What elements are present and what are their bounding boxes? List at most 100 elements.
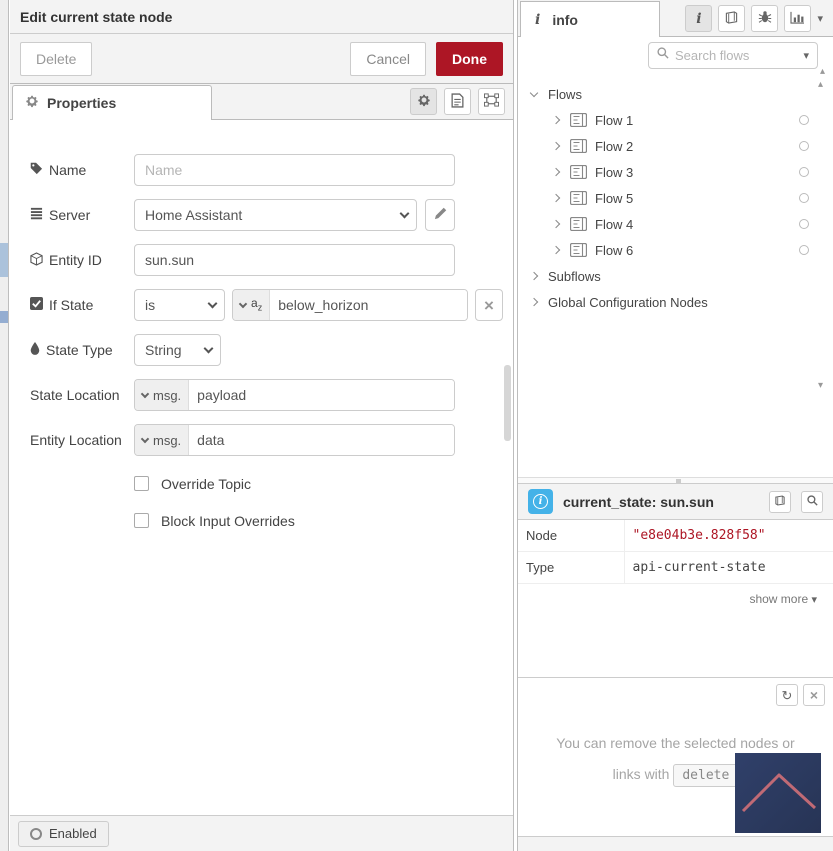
tree-item-subflows[interactable]: Subflows — [526, 263, 833, 289]
name-input[interactable] — [134, 154, 455, 186]
entity-location-input[interactable] — [189, 425, 454, 455]
chevron-down-icon — [204, 343, 214, 353]
flow-status-circle[interactable] — [799, 245, 809, 255]
chevron-right-icon — [530, 272, 538, 280]
state-location-type-button[interactable]: msg. — [135, 380, 189, 410]
scroll-up-icon[interactable]: ▴ — [820, 66, 825, 77]
flow-label: Flow 4 — [595, 217, 633, 232]
table-row: Type api-current-state — [518, 552, 833, 584]
tree-item-flow[interactable]: Flow 6 — [526, 237, 833, 263]
flow-status-circle[interactable] — [799, 167, 809, 177]
node-enabled-toggle[interactable]: Enabled — [18, 821, 109, 847]
tree-item-flow[interactable]: Flow 4 — [526, 211, 833, 237]
if-state-operator-select[interactable]: is — [134, 289, 225, 321]
scroll-down-icon[interactable]: ▾ — [818, 380, 823, 391]
chevron-right-icon — [530, 298, 538, 306]
flow-status-circle[interactable] — [799, 141, 809, 151]
close-tips-button[interactable]: × — [803, 684, 825, 706]
if-state-operator-value: is — [145, 297, 209, 313]
node-settings-button[interactable] — [410, 88, 437, 115]
info-sidebar: i info i — [517, 0, 833, 851]
server-select[interactable]: Home Assistant — [134, 199, 417, 231]
sidebar-splitter[interactable] — [518, 477, 833, 484]
flow-label: Flow 6 — [595, 243, 633, 258]
sidebar-context-button[interactable] — [784, 5, 811, 32]
enabled-label: Enabled — [49, 826, 97, 841]
flow-status-circle[interactable] — [799, 115, 809, 125]
tab-info[interactable]: i info — [520, 1, 660, 37]
edit-server-button[interactable] — [425, 199, 455, 231]
flow-label: Flow 5 — [595, 191, 633, 206]
delete-button[interactable]: Delete — [20, 42, 92, 76]
sidebar-debug-button[interactable] — [751, 5, 778, 32]
state-type-select[interactable]: String — [134, 334, 221, 366]
delete-key-badge: delete — [673, 764, 738, 787]
tag-icon — [30, 162, 43, 178]
state-type-value: String — [145, 342, 205, 358]
name-label-group: Name — [30, 162, 134, 178]
book-icon — [774, 494, 786, 509]
done-button[interactable]: Done — [436, 42, 503, 76]
state-location-typed-input: msg. — [134, 379, 455, 411]
search-options-caret[interactable]: ▾ — [803, 49, 809, 62]
cancel-button[interactable]: Cancel — [350, 42, 426, 76]
chevron-down-icon: ▾ — [811, 594, 817, 606]
toggle-circle-icon — [30, 828, 42, 840]
tab-properties[interactable]: Properties — [12, 85, 212, 120]
if-state-value-input[interactable] — [270, 290, 467, 320]
refresh-tip-button[interactable]: ↻ — [776, 684, 798, 706]
gear-icon — [417, 93, 431, 110]
node-help-button[interactable] — [769, 491, 791, 513]
msg-prefix-label: msg. — [153, 388, 181, 403]
global-config-label: Global Configuration Nodes — [548, 295, 708, 310]
tree-item-flow[interactable]: Flow 2 — [526, 133, 833, 159]
node-info-icon: i — [528, 489, 553, 514]
tree-item-global-config[interactable]: Global Configuration Nodes — [526, 289, 833, 315]
entity-location-type-button[interactable]: msg. — [135, 425, 189, 455]
form-row-if-state: If State is az × — [30, 289, 513, 321]
scroll-up-icon[interactable]: ▴ — [818, 79, 823, 90]
cube-icon — [30, 252, 43, 269]
show-more-link[interactable]: show more ▾ — [518, 584, 833, 614]
form-row-name: Name — [30, 154, 513, 186]
flow-status-circle[interactable] — [799, 193, 809, 203]
sidebar-help-button[interactable] — [718, 5, 745, 32]
flow-icon — [570, 113, 587, 127]
state-location-label: State Location — [30, 387, 134, 403]
node-description-button[interactable] — [444, 88, 471, 115]
flow-status-circle[interactable] — [799, 219, 809, 229]
tree-item-flow[interactable]: Flow 3 — [526, 159, 833, 185]
node-search-button[interactable] — [801, 491, 823, 513]
tree-item-flow[interactable]: Flow 5 — [526, 185, 833, 211]
tree-item-flows[interactable]: Flows — [526, 81, 833, 107]
entity-id-input[interactable] — [134, 244, 455, 276]
node-appearance-button[interactable] — [478, 88, 505, 115]
clear-if-state-button[interactable]: × — [475, 289, 503, 321]
entity-id-label: Entity ID — [49, 252, 102, 268]
tray-scrollbar-thumb[interactable] — [504, 365, 511, 441]
sidebar-footer — [518, 836, 833, 851]
document-icon — [451, 93, 464, 111]
node-properties-table: Node "e8e04b3e.828f58" Type api-current-… — [518, 520, 833, 584]
sidebar-info-button[interactable]: i — [685, 5, 712, 32]
info-icon: i — [696, 11, 701, 27]
sidebar-menu-caret[interactable]: ▾ — [817, 12, 823, 25]
search-box: ▾ — [648, 42, 818, 69]
if-state-type-button[interactable]: az — [233, 290, 270, 320]
search-input[interactable] — [675, 48, 797, 63]
chevron-right-icon — [552, 142, 560, 150]
selected-node-title: current_state: sun.sun — [563, 494, 759, 510]
chevron-down-icon — [208, 298, 218, 308]
show-more-label: show more — [749, 592, 808, 606]
tips-actions: ↻ × — [776, 684, 825, 706]
prop-key: Type — [518, 552, 624, 584]
corner-logo-image — [735, 753, 821, 833]
override-topic-checkbox[interactable] — [134, 476, 149, 491]
tree-item-flow[interactable]: Flow 1 — [526, 107, 833, 133]
server-label: Server — [49, 207, 90, 223]
state-location-input[interactable] — [189, 380, 454, 410]
if-state-label-group: If State — [30, 297, 134, 313]
block-input-overrides-checkbox[interactable] — [134, 513, 149, 528]
flow-icon — [570, 191, 587, 205]
block-input-overrides-label: Block Input Overrides — [161, 513, 295, 529]
